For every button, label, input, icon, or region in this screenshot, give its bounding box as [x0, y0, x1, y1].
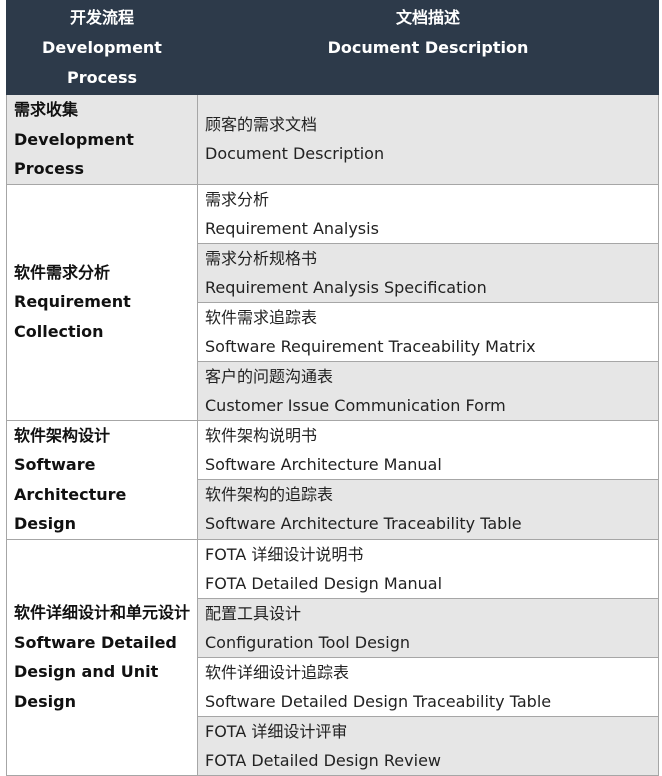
document-en: Software Architecture Traceability Table: [205, 514, 522, 534]
document-en: Software Detailed Design Traceability Ta…: [205, 691, 552, 711]
document-en: FOTA Detailed Design Review: [205, 750, 441, 770]
document-en: Requirement Analysis: [205, 218, 379, 238]
process-cell-software-requirement-analysis: 软件需求分析 Requirement Collection: [6, 183, 198, 421]
header-development-process: 开发流程 Development Process: [6, 0, 198, 95]
document-cell: 顾客的需求文档 Document Description: [197, 94, 659, 185]
document-zh: FOTA 详细设计说明书: [205, 544, 364, 564]
document-en: Software Architecture Manual: [205, 454, 442, 474]
process-cell-requirement-gathering: 需求收集 Development Process: [6, 94, 198, 185]
header-desc-zh: 文档描述: [395, 7, 460, 27]
document-zh: 配置工具设计: [205, 603, 302, 623]
process-en-1: Software: [14, 455, 96, 474]
development-document-table: 开发流程 Development Process 文档描述 Document D…: [6, 0, 659, 776]
document-en: Customer Issue Communication Form: [205, 395, 506, 415]
table-row: 软件架构设计 Software Architecture Design 软件架构…: [6, 419, 659, 540]
document-en: Requirement Analysis Specification: [205, 277, 487, 297]
document-zh: 软件架构的追踪表: [205, 485, 334, 505]
process-zh: 需求收集: [14, 100, 79, 119]
process-en-1: Development: [14, 129, 134, 149]
table-row: 软件详细设计和单元设计 Software Detailed Design and…: [6, 538, 659, 776]
document-zh: 需求分析规格书: [205, 248, 318, 268]
process-en-1: Requirement: [14, 292, 131, 312]
table-row: 软件需求分析 Requirement Collection 需求分析 Requi…: [6, 183, 659, 421]
document-cell: 软件架构说明书 Software Architecture Manual: [197, 419, 659, 480]
process-zh: 软件架构设计: [14, 425, 111, 445]
document-cell: 软件需求追踪表 Software Requirement Traceabilit…: [197, 301, 659, 362]
table-header-row: 开发流程 Development Process 文档描述 Document D…: [6, 0, 659, 95]
header-document-description: 文档描述 Document Description: [197, 0, 659, 95]
header-desc-en: Document Description: [327, 37, 529, 57]
process-en-2: Process: [14, 159, 84, 178]
process-cell-software-detailed-design: 软件详细设计和单元设计 Software Detailed Design and…: [6, 538, 198, 776]
header-process-en-2: Process: [67, 67, 137, 87]
process-cell-software-architecture-design: 软件架构设计 Software Architecture Design: [6, 419, 198, 540]
table-row: 需求收集 Development Process 顾客的需求文档 Documen…: [6, 94, 659, 185]
process-en-2: Architecture Design: [14, 484, 127, 534]
document-cell: 需求分析 Requirement Analysis: [197, 183, 659, 244]
document-zh: FOTA 详细设计评审: [205, 721, 348, 741]
document-zh: 软件详细设计追踪表: [205, 662, 350, 682]
document-en: Document Description: [205, 144, 385, 164]
document-zh: 软件需求追踪表: [205, 307, 318, 327]
header-process-en-1: Development: [42, 37, 162, 57]
process-en-3: Design: [14, 691, 76, 711]
document-en: Configuration Tool Design: [205, 632, 410, 652]
process-en-2: Design and Unit: [14, 662, 159, 681]
document-en: FOTA Detailed Design Manual: [205, 573, 443, 593]
document-cell: 需求分析规格书 Requirement Analysis Specificati…: [197, 242, 659, 303]
document-cell: FOTA 详细设计评审 FOTA Detailed Design Review: [197, 715, 659, 776]
document-cell: 配置工具设计 Configuration Tool Design: [197, 597, 659, 658]
document-zh: 软件架构说明书: [205, 425, 318, 445]
document-cell: 客户的问题沟通表 Customer Issue Communication Fo…: [197, 360, 659, 421]
document-zh: 需求分析: [205, 189, 270, 209]
document-cell: FOTA 详细设计说明书 FOTA Detailed Design Manual: [197, 538, 659, 599]
header-process-zh: 开发流程: [69, 7, 134, 27]
process-en-2: Collection: [14, 321, 104, 341]
document-cell: 软件架构的追踪表 Software Architecture Traceabil…: [197, 479, 659, 540]
process-zh: 软件详细设计和单元设计: [14, 603, 191, 622]
document-en: Software Requirement Traceability Matrix: [205, 336, 536, 356]
document-zh: 顾客的需求文档: [205, 115, 318, 135]
process-en-1: Software Detailed: [14, 632, 177, 652]
document-zh: 客户的问题沟通表: [205, 366, 334, 386]
process-zh: 软件需求分析: [14, 262, 111, 282]
document-cell: 软件详细设计追踪表 Software Detailed Design Trace…: [197, 656, 659, 717]
